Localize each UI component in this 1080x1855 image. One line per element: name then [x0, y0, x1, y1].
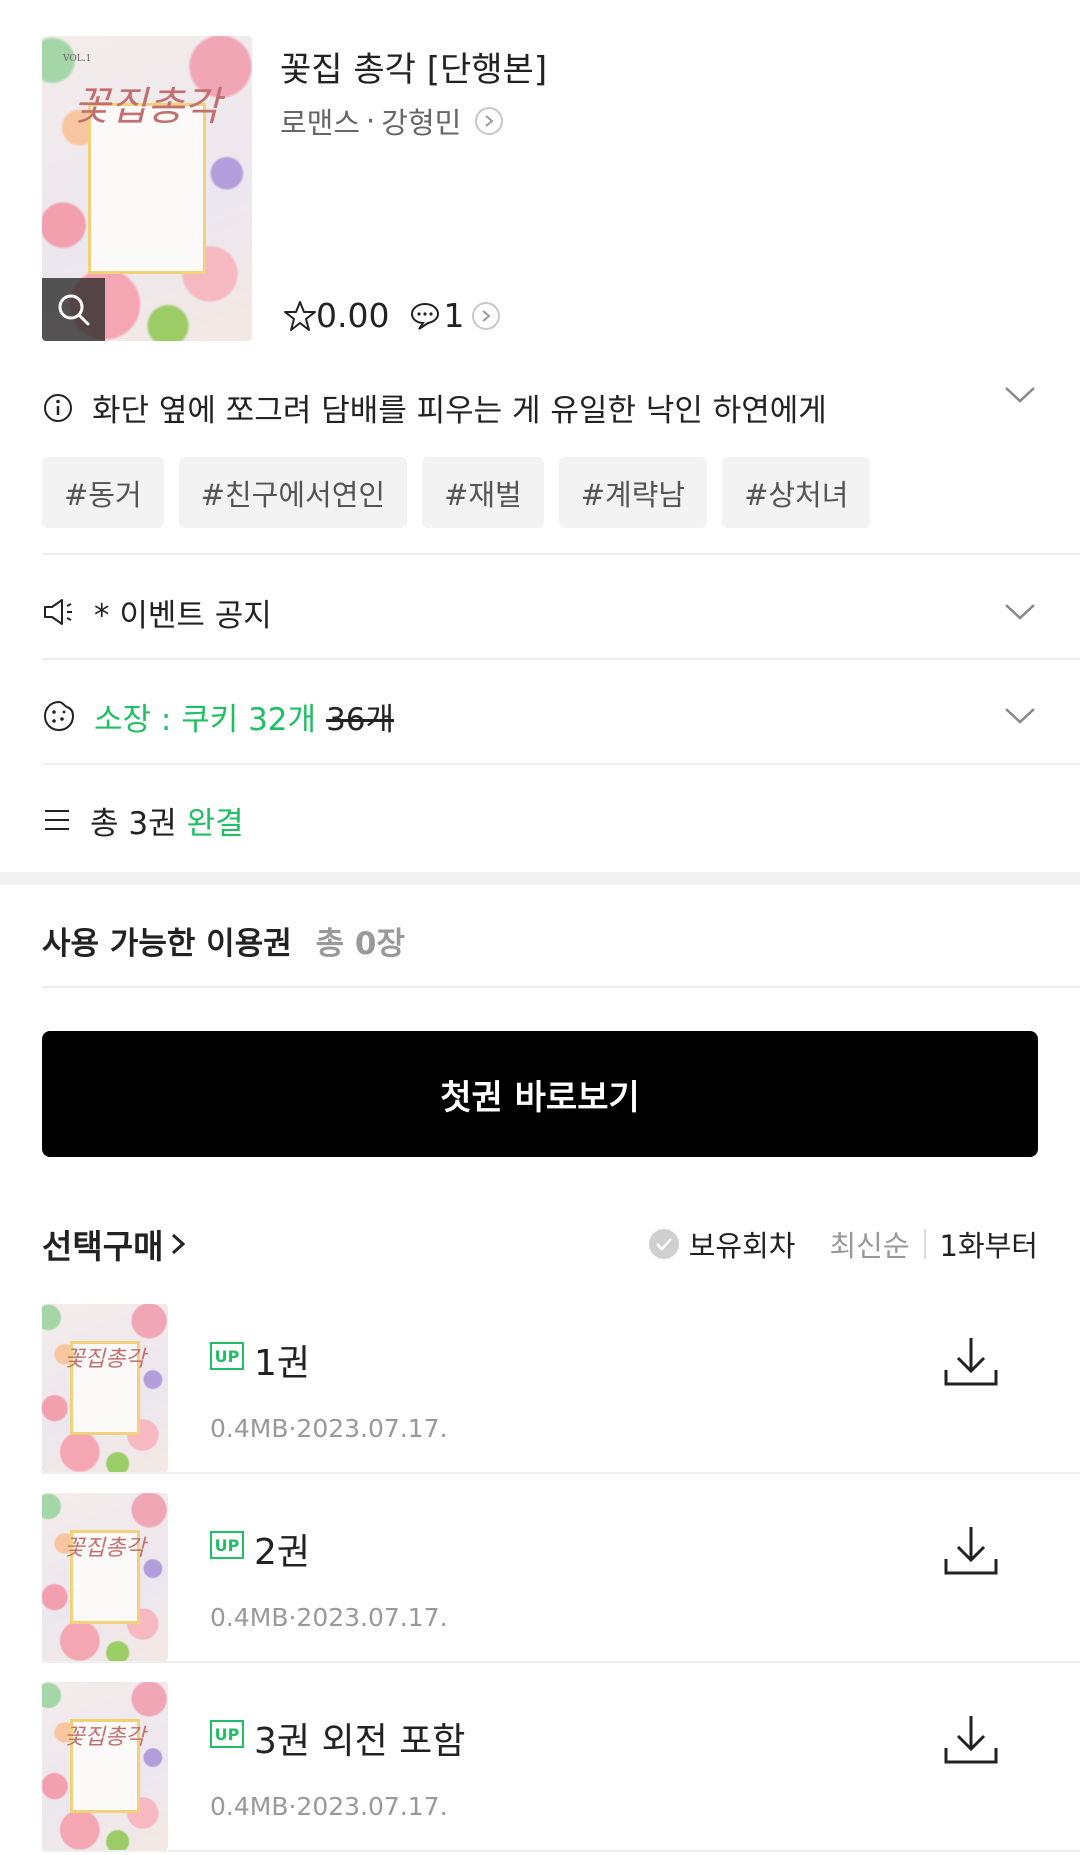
notice-label: * 이벤트 공지 — [94, 597, 272, 634]
book-title: 꽃집 총각 [단행본] — [280, 50, 548, 90]
chevron-right-icon[interactable] — [475, 107, 504, 135]
synopsis-text: 화단 옆에 쪼그려 담배를 피우는 게 유일한 낙인 하연에게 — [92, 393, 827, 429]
divider — [42, 658, 1080, 660]
book-meta[interactable]: 로맨스 · 강형민 — [280, 100, 504, 142]
list-item[interactable]: 꽃집총각 UP 3권 외전 포함 0.4MB·2023.07.17. — [42, 1682, 1040, 1850]
read-first-volume-button[interactable]: 첫권 바로보기 — [42, 1031, 1038, 1157]
tag-list: #동거 #친구에서연인 #재벌 #계략남 #상처녀 — [42, 457, 871, 528]
cover-title: 꽃집총각 — [64, 1724, 146, 1750]
sort-first[interactable]: 1화부터 — [940, 1223, 1039, 1265]
chevron-right-icon[interactable] — [472, 301, 501, 330]
volume-row: 총 3권 완결 — [42, 800, 1040, 842]
price-row[interactable]: 소장 : 쿠키 32개 36개 — [42, 696, 1040, 738]
tag-chip[interactable]: #동거 — [42, 457, 164, 528]
episode-thumbnail: 꽃집총각 — [42, 1304, 168, 1472]
search-icon — [58, 294, 89, 325]
comment-count: 1 — [443, 296, 465, 335]
divider — [42, 1472, 1080, 1474]
up-badge: UP — [210, 1720, 244, 1748]
cover-title: 꽃집총각 — [64, 1535, 146, 1561]
download-icon[interactable] — [942, 1523, 1000, 1579]
episode-name: 2권 — [254, 1532, 311, 1573]
tag-chip[interactable]: #친구에서연인 — [178, 457, 408, 528]
rating-stats[interactable]: 0.00 1 — [284, 296, 501, 335]
download-icon[interactable] — [942, 1334, 1000, 1390]
original-price: 36개 — [326, 701, 395, 738]
episode-thumbnail: 꽃집총각 — [42, 1493, 168, 1661]
selection-purchase-link[interactable]: 선택구매 — [42, 1220, 187, 1268]
price-label: 소장 : 쿠키 32개 — [94, 701, 317, 738]
divider — [42, 986, 1080, 988]
book-author[interactable]: 강형민 — [381, 100, 461, 142]
chevron-down-icon[interactable] — [1004, 706, 1036, 726]
comment-icon — [411, 302, 440, 330]
section-separator — [0, 872, 1080, 885]
star-icon — [284, 300, 316, 331]
volume-count: 총 3권 — [90, 805, 177, 842]
episode-name: 3권 외전 포함 — [254, 1721, 466, 1762]
divider — [42, 763, 1080, 765]
list-icon — [45, 810, 69, 830]
ticket-title: 사용 가능한 이용권 — [42, 926, 292, 962]
meta-dot: · — [366, 104, 376, 138]
episode-info: 0.4MB·2023.07.17. — [210, 1792, 448, 1821]
book-cover[interactable]: VOL.1 꽃집총각 — [42, 36, 252, 341]
episode-thumbnail: 꽃집총각 — [42, 1682, 168, 1850]
ticket-count: 총 0장 — [315, 926, 406, 962]
cover-title: 꽃집총각 — [73, 83, 221, 130]
up-badge: UP — [210, 1531, 244, 1559]
selection-title: 선택구매 — [42, 1227, 164, 1266]
up-badge: UP — [210, 1342, 244, 1370]
cover-title: 꽃집총각 — [64, 1346, 146, 1372]
tag-chip[interactable]: #재벌 — [422, 457, 544, 528]
cover-volume: VOL.1 — [63, 54, 92, 65]
completion-status: 완결 — [186, 805, 244, 842]
selection-header: 선택구매 보유회차 최신순 1화부터 — [42, 1222, 1038, 1266]
book-genre: 로맨스 — [280, 106, 361, 140]
download-icon[interactable] — [942, 1712, 1000, 1768]
zoom-button[interactable] — [42, 278, 105, 341]
owned-filter-label[interactable]: 보유회차 — [689, 1223, 796, 1265]
megaphone-icon — [44, 599, 72, 625]
sort-latest[interactable]: 최신순 — [829, 1223, 909, 1265]
synopsis-row[interactable]: 화단 옆에 쪼그려 담배를 피우는 게 유일한 낙인 하연에게 — [42, 385, 1040, 430]
list-item[interactable]: 꽃집총각 UP 2권 0.4MB·2023.07.17. — [42, 1493, 1040, 1661]
chevron-down-icon[interactable] — [1004, 602, 1036, 622]
tag-chip[interactable]: #상처녀 — [722, 457, 871, 528]
ticket-row: 사용 가능한 이용권 총 0장 — [42, 918, 405, 963]
episode-info: 0.4MB·2023.07.17. — [210, 1603, 448, 1632]
chevron-down-icon[interactable] — [1004, 385, 1036, 405]
chevron-right-icon — [172, 1233, 186, 1255]
cookie-icon — [43, 700, 75, 732]
tag-chip[interactable]: #계략남 — [558, 457, 708, 528]
rating-value: 0.00 — [316, 296, 390, 335]
info-icon — [44, 393, 72, 422]
sort-divider — [923, 1229, 926, 1259]
episode-name: 1권 — [254, 1343, 311, 1384]
divider — [42, 1850, 1080, 1852]
episode-info: 0.4MB·2023.07.17. — [210, 1414, 448, 1443]
notice-row[interactable]: * 이벤트 공지 — [42, 592, 1040, 634]
divider — [42, 1661, 1080, 1663]
list-item[interactable]: 꽃집총각 UP 1권 0.4MB·2023.07.17. — [42, 1304, 1040, 1472]
divider — [42, 553, 1080, 555]
owned-filter-check-icon[interactable] — [648, 1229, 679, 1259]
